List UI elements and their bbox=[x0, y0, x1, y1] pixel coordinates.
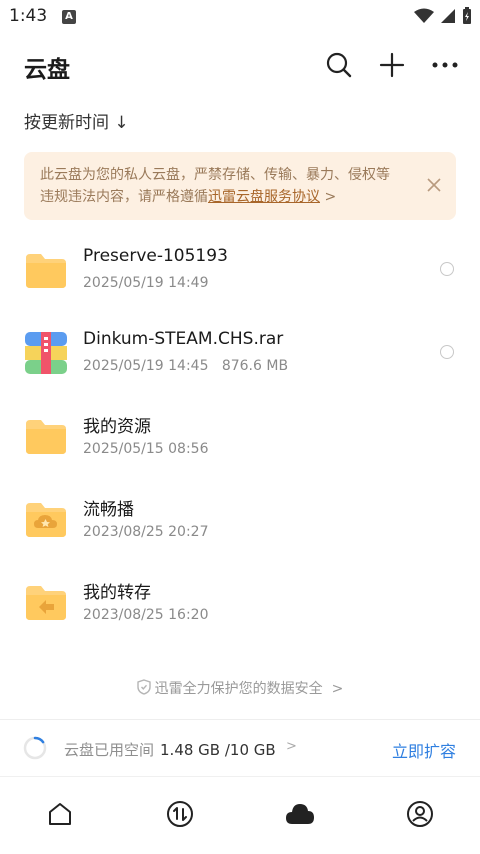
file-list: Preserve-105193 2025/05/19 14:49 Dinkum-… bbox=[0, 228, 480, 643]
list-item[interactable]: 我的资源 2025/05/15 08:56 bbox=[0, 394, 480, 477]
storage-progress-ring bbox=[23, 736, 47, 760]
close-icon[interactable] bbox=[426, 177, 442, 193]
notice-suffix: > bbox=[320, 189, 337, 205]
file-meta: 2025/05/19 14:49 bbox=[83, 275, 209, 291]
expand-storage-button[interactable]: 立即扩容 bbox=[392, 738, 456, 762]
sort-selector[interactable]: 按更新时间 ↓ bbox=[24, 108, 129, 133]
cloud-icon[interactable] bbox=[285, 799, 315, 829]
bottom-tab-bar bbox=[0, 776, 480, 854]
file-name: 流畅播 bbox=[83, 500, 134, 520]
storage-bar[interactable]: 云盘已用空间 1.48 GB /10 GB > 立即扩容 bbox=[0, 719, 480, 776]
storage-label: 云盘已用空间 1.48 GB /10 GB bbox=[64, 739, 276, 760]
cloud-folder-icon bbox=[24, 497, 68, 541]
archive-icon bbox=[24, 331, 68, 375]
chevron-right-icon: > bbox=[331, 681, 344, 697]
folder-icon bbox=[24, 414, 68, 458]
security-text: 迅雷全力保护您的数据安全 bbox=[154, 681, 323, 697]
chevron-right-icon: > bbox=[286, 739, 297, 754]
storage-value: 1.48 GB /10 GB bbox=[160, 741, 276, 759]
service-agreement-link[interactable]: 迅雷云盘服务协议 bbox=[208, 189, 320, 205]
select-radio[interactable] bbox=[440, 345, 454, 359]
file-meta: 2025/05/19 14:45 876.6 MB bbox=[83, 358, 289, 374]
app-header: 云盘 bbox=[0, 40, 480, 92]
privacy-notice: 此云盘为您的私人云盘，严禁存储、传输、暴力、侵权等违规违法内容，请严格遵循迅雷云… bbox=[24, 152, 456, 220]
file-meta: 2025/05/15 08:56 bbox=[83, 441, 209, 457]
search-icon[interactable] bbox=[324, 50, 354, 80]
battery-icon bbox=[463, 7, 471, 24]
status-bar: 1:43 A bbox=[0, 0, 480, 34]
list-item[interactable]: 我的转存 2023/08/25 16:20 bbox=[0, 560, 480, 643]
more-icon[interactable] bbox=[430, 50, 460, 80]
wifi-icon bbox=[414, 8, 434, 23]
page-title: 云盘 bbox=[24, 57, 70, 83]
status-icons bbox=[414, 7, 472, 25]
signal-icon bbox=[441, 9, 455, 23]
status-time: 1:43 bbox=[9, 6, 48, 26]
notice-text: 此云盘为您的私人云盘，严禁存储、传输、暴力、侵权等违规违法内容，请严格遵循迅雷云… bbox=[40, 164, 400, 208]
folder-icon bbox=[24, 248, 68, 292]
notification-icon: A bbox=[62, 10, 76, 24]
transfer-folder-icon bbox=[24, 580, 68, 624]
transfer-icon[interactable] bbox=[165, 799, 195, 829]
file-name: 我的资源 bbox=[83, 417, 151, 437]
list-item[interactable]: Dinkum-STEAM.CHS.rar 2025/05/19 14:45 87… bbox=[0, 311, 480, 394]
storage-text: 云盘已用空间 bbox=[64, 741, 155, 759]
security-link[interactable]: 迅雷全力保护您的数据安全 > bbox=[0, 678, 480, 698]
file-name: 我的转存 bbox=[83, 583, 151, 603]
file-name: Dinkum-STEAM.CHS.rar bbox=[83, 329, 284, 349]
list-item[interactable]: Preserve-105193 2025/05/19 14:49 bbox=[0, 228, 480, 311]
select-radio[interactable] bbox=[440, 262, 454, 276]
plus-icon[interactable] bbox=[377, 50, 407, 80]
file-name: Preserve-105193 bbox=[83, 246, 228, 266]
file-meta: 2023/08/25 20:27 bbox=[83, 524, 209, 540]
file-meta: 2023/08/25 16:20 bbox=[83, 607, 209, 623]
list-item[interactable]: 流畅播 2023/08/25 20:27 bbox=[0, 477, 480, 560]
home-icon[interactable] bbox=[45, 799, 75, 829]
shield-icon bbox=[136, 679, 151, 695]
profile-icon[interactable] bbox=[405, 799, 435, 829]
